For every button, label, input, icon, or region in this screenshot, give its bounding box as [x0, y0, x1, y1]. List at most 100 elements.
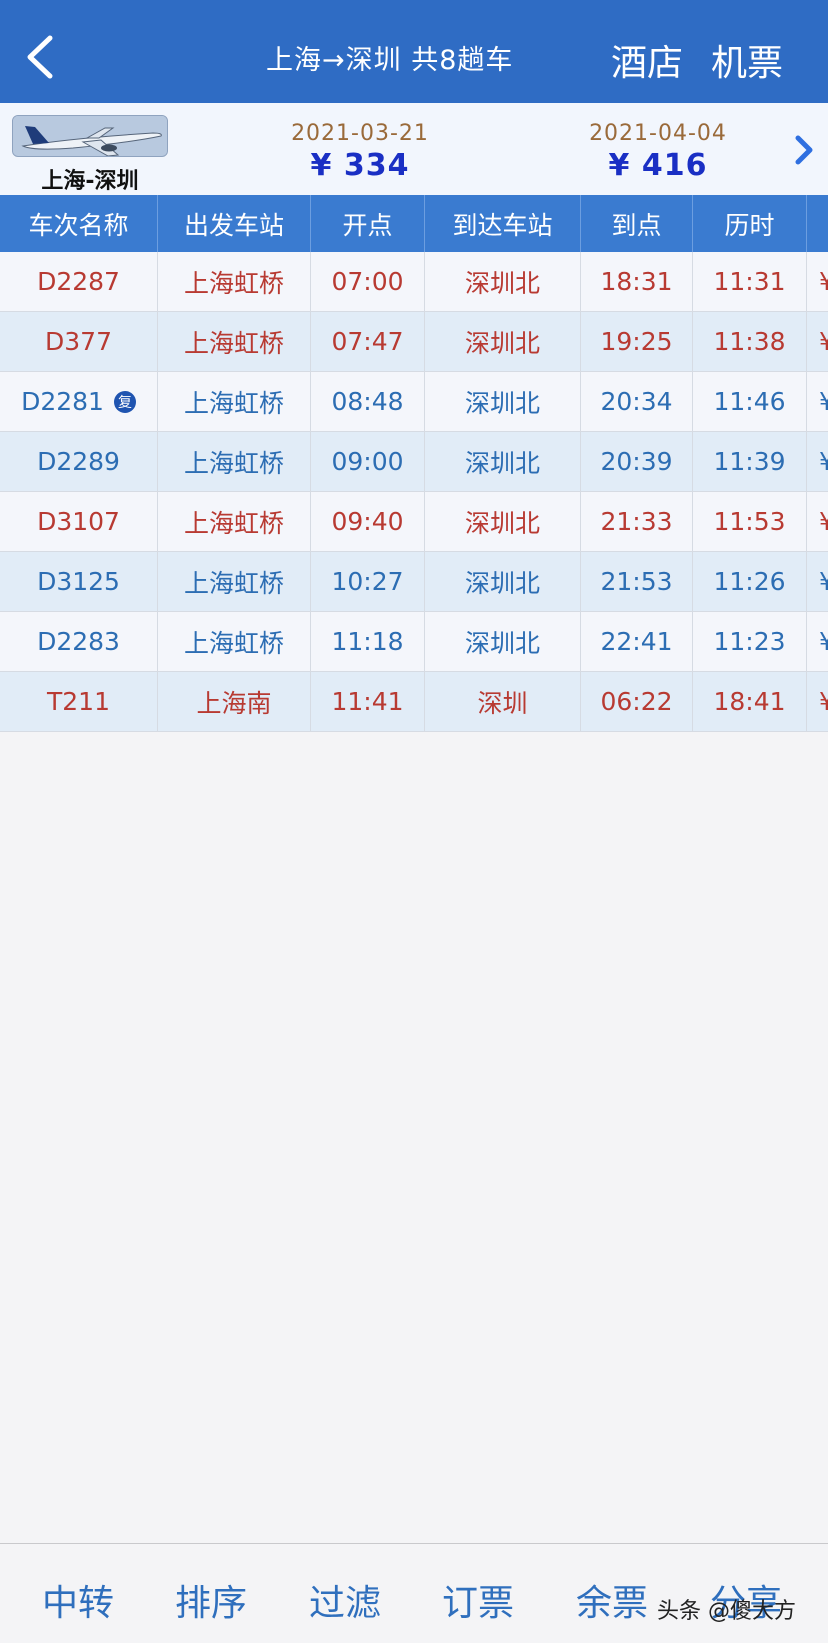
departure-station: 上海虹桥	[183, 568, 284, 598]
filter-button[interactable]: 过滤	[309, 1574, 381, 1626]
fuxing-badge-icon: 复	[113, 390, 136, 413]
departure-station: 上海虹桥	[183, 628, 284, 658]
duration: 11:38	[713, 327, 786, 356]
duration-cell: 11:31	[693, 252, 807, 311]
price: ¥	[819, 687, 828, 716]
arrival-time: 20:34	[600, 387, 673, 416]
price: ¥	[819, 507, 828, 536]
arrival-station-cell: 深圳北	[425, 252, 581, 311]
duration-cell: 11:46	[693, 372, 807, 431]
table-row[interactable]: D2287 上海虹桥 07:00 深圳北 18:31 11:31 ¥	[0, 252, 828, 312]
arrival-time: 20:39	[600, 447, 673, 476]
column-header-price	[807, 195, 828, 252]
fare-price: ¥ 334	[310, 148, 410, 183]
arrival-time-cell: 20:39	[581, 432, 693, 491]
arrival-time: 19:25	[600, 327, 673, 356]
arrival-time-cell: 18:31	[581, 252, 693, 311]
duration: 11:31	[713, 267, 786, 296]
column-header-departure-station[interactable]: 出发车站	[158, 195, 311, 252]
fare-option[interactable]: 2021-03-21 ¥ 334	[260, 121, 460, 183]
departure-time: 10:27	[331, 567, 404, 596]
table-row[interactable]: D2289 上海虹桥 09:00 深圳北 20:39 11:39 ¥	[0, 432, 828, 492]
flight-button[interactable]: 机票	[711, 34, 783, 86]
fare-strip: 上海-深圳 2021-03-21 ¥ 334 2021-04-04 ¥ 416	[0, 103, 828, 195]
table-row[interactable]: D3107 上海虹桥 09:40 深圳北 21:33 11:53 ¥	[0, 492, 828, 552]
back-button[interactable]	[22, 32, 72, 82]
arrival-station-cell: 深圳北	[425, 612, 581, 671]
transfer-button[interactable]: 中转	[42, 1574, 114, 1626]
arrival-station-cell: 深圳	[425, 672, 581, 731]
arrival-station: 深圳北	[464, 628, 540, 658]
departure-time: 11:41	[331, 687, 404, 716]
departure-time-cell: 11:18	[311, 612, 425, 671]
duration: 11:23	[713, 627, 786, 656]
price-cell: ¥	[807, 612, 828, 671]
train-number-cell: D2283	[0, 612, 158, 671]
arrival-station: 深圳	[477, 688, 528, 718]
departure-time-cell: 07:47	[311, 312, 425, 371]
price-cell: ¥	[807, 312, 828, 371]
fare-option[interactable]: 2021-04-04 ¥ 416	[558, 121, 758, 183]
price-cell: ¥	[807, 432, 828, 491]
fare-date: 2021-04-04	[589, 121, 727, 146]
table-row[interactable]: D377 上海虹桥 07:47 深圳北 19:25 11:38 ¥	[0, 312, 828, 372]
duration: 11:26	[713, 567, 786, 596]
arrival-time: 21:53	[600, 567, 673, 596]
departure-station: 上海虹桥	[183, 508, 284, 538]
airplane-thumbnail[interactable]	[12, 115, 168, 157]
next-fares-button[interactable]	[792, 133, 816, 167]
column-header-train[interactable]: 车次名称	[0, 195, 158, 252]
duration: 11:46	[713, 387, 786, 416]
train-number-cell: D3107	[0, 492, 158, 551]
price: ¥	[819, 627, 828, 656]
hotel-button[interactable]: 酒店	[611, 34, 683, 86]
duration: 18:41	[713, 687, 786, 716]
column-header-departure-time[interactable]: 开点	[311, 195, 425, 252]
column-header-duration[interactable]: 历时	[693, 195, 807, 252]
price: ¥	[819, 447, 828, 476]
train-number-cell: D2287	[0, 252, 158, 311]
train-number: D3107	[37, 507, 120, 536]
departure-time-cell: 08:48	[311, 372, 425, 431]
departure-time: 11:18	[331, 627, 404, 656]
train-number: D2289	[37, 447, 120, 476]
departure-time: 07:00	[331, 267, 404, 296]
price-cell: ¥	[807, 252, 828, 311]
column-header-arrival-time[interactable]: 到点	[581, 195, 693, 252]
column-header-arrival-station[interactable]: 到达车站	[425, 195, 581, 252]
arrival-station: 深圳北	[464, 448, 540, 478]
remaining-tickets-button[interactable]: 余票	[576, 1574, 648, 1626]
price-cell: ¥	[807, 372, 828, 431]
departure-time: 08:48	[331, 387, 404, 416]
chevron-left-icon	[27, 35, 53, 79]
price: ¥	[819, 327, 828, 356]
arrival-station-cell: 深圳北	[425, 372, 581, 431]
arrival-time-cell: 22:41	[581, 612, 693, 671]
table-row[interactable]: D2283 上海虹桥 11:18 深圳北 22:41 11:23 ¥	[0, 612, 828, 672]
train-number: D2283	[37, 627, 120, 656]
arrival-time-cell: 19:25	[581, 312, 693, 371]
train-number-cell: T211	[0, 672, 158, 731]
price: ¥	[819, 567, 828, 596]
departure-time-cell: 09:00	[311, 432, 425, 491]
arrival-time-cell: 21:33	[581, 492, 693, 551]
duration-cell: 11:39	[693, 432, 807, 491]
sort-button[interactable]: 排序	[175, 1574, 247, 1626]
table-header-row: 车次名称 出发车站 开点 到达车站 到点 历时	[0, 195, 828, 252]
departure-station-cell: 上海虹桥	[158, 432, 311, 491]
arrival-time: 22:41	[600, 627, 673, 656]
duration-cell: 18:41	[693, 672, 807, 731]
table-row[interactable]: D2281 复 上海虹桥 08:48 深圳北 20:34 11:46 ¥	[0, 372, 828, 432]
arrival-time: 21:33	[600, 507, 673, 536]
table-row[interactable]: T211 上海南 11:41 深圳 06:22 18:41 ¥	[0, 672, 828, 732]
arrival-station-cell: 深圳北	[425, 552, 581, 611]
top-nav-bar: 上海→深圳 共8趟车 酒店 机票	[0, 0, 828, 103]
book-ticket-button[interactable]: 订票	[442, 1574, 514, 1626]
arrival-station-cell: 深圳北	[425, 492, 581, 551]
table-row[interactable]: D3125 上海虹桥 10:27 深圳北 21:53 11:26 ¥	[0, 552, 828, 612]
duration-cell: 11:38	[693, 312, 807, 371]
arrival-station: 深圳北	[464, 328, 540, 358]
duration: 11:53	[713, 507, 786, 536]
train-number-cell: D2289	[0, 432, 158, 491]
price: ¥	[819, 387, 828, 416]
